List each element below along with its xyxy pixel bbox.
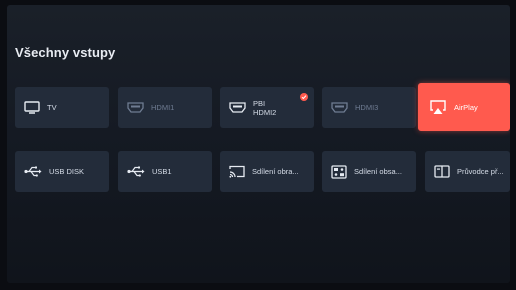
content-share-icon <box>331 164 347 179</box>
input-tile-usb1[interactable]: USB1 <box>118 151 212 192</box>
tv-icon <box>24 101 40 114</box>
input-label: PBI HDMI2 <box>253 98 277 117</box>
input-label: HDMI1 <box>151 103 175 112</box>
input-label: HDMI3 <box>355 103 379 112</box>
input-label: USB1 <box>152 167 172 176</box>
airplay-icon <box>429 99 447 115</box>
input-label: Sdílení obra... <box>252 167 299 176</box>
check-icon <box>300 93 308 101</box>
hdmi-icon <box>127 102 144 113</box>
input-tile-setup-guide[interactable]: Průvodce př... <box>425 151 510 192</box>
input-label: Průvodce př... <box>457 167 504 176</box>
input-label: USB DISK <box>49 167 85 176</box>
tv-screen: Všechny vstupy TV HDMI1 PBI HDMI2 HDMI3 … <box>7 5 510 283</box>
input-tile-content-share[interactable]: Sdílení obsa... <box>322 151 416 192</box>
page-title: Všechny vstupy <box>15 45 116 60</box>
input-tile-hdmi3[interactable]: HDMI3 <box>322 87 416 128</box>
hdmi-icon <box>229 102 246 113</box>
guide-book-icon <box>434 165 450 178</box>
input-label: TV <box>47 103 57 112</box>
usb-icon <box>127 166 145 177</box>
hdmi-icon <box>331 102 348 113</box>
input-tile-hdmi1[interactable]: HDMI1 <box>118 87 212 128</box>
input-tile-tv[interactable]: TV <box>15 87 109 128</box>
input-tile-usb-disk[interactable]: USB DISK <box>15 151 109 192</box>
input-tile-hdmi2[interactable]: PBI HDMI2 <box>220 87 314 128</box>
input-tile-airplay[interactable]: AirPlay <box>418 83 510 131</box>
usb-icon <box>24 166 42 177</box>
input-tile-screen-share[interactable]: Sdílení obra... <box>220 151 314 192</box>
input-label: AirPlay <box>454 102 478 112</box>
cast-icon <box>229 165 245 178</box>
input-label: Sdílení obsa... <box>354 167 402 176</box>
